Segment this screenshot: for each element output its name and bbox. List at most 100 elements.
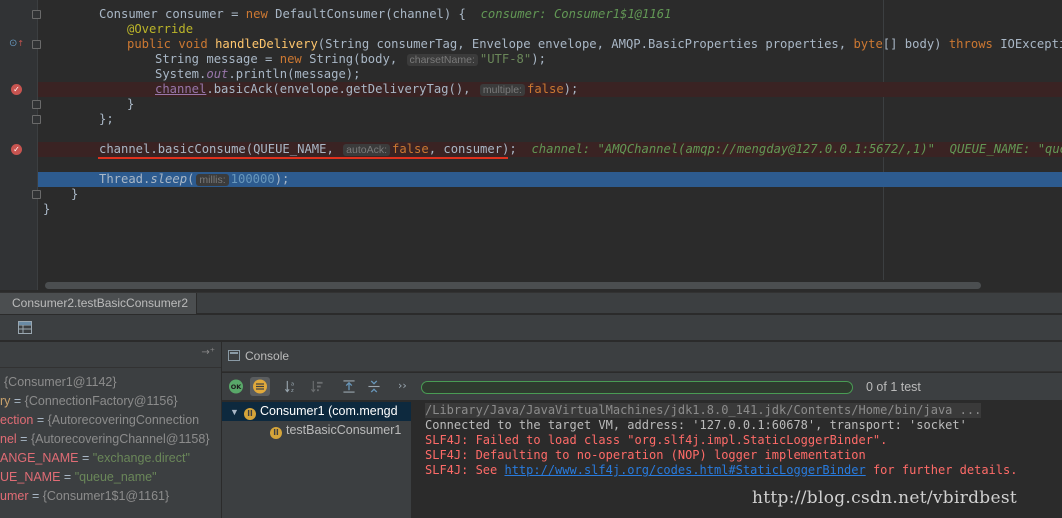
test-runner-toolbar: OK a z ›› 0 of 1 test <box>222 373 1062 401</box>
variable-equals: = <box>16 432 31 446</box>
variable-row[interactable]: ection = {AutorecoveringConnection <box>0 411 199 430</box>
console-link[interactable]: http://www.slf4j.org/codes.html#StaticLo… <box>504 463 865 477</box>
tree-item-test-class[interactable]: ▼ ll Consumer1 (com.mengd <box>222 402 411 422</box>
code-line: System.out.println(message); <box>155 67 360 82</box>
code-token: } <box>43 202 51 216</box>
console-text: SLF4J: See <box>425 463 505 477</box>
code-token: @Override <box>127 22 194 36</box>
collapse-all-icon[interactable] <box>367 380 381 393</box>
fold-marker[interactable] <box>32 115 41 124</box>
code-token: .basicAck(envelope.getDeliveryTag(), <box>206 82 478 96</box>
fold-marker[interactable] <box>32 100 41 109</box>
horizontal-scrollbar[interactable] <box>45 282 981 289</box>
show-passed-button[interactable]: OK <box>226 377 246 396</box>
inline-debug-value: consumer: Consumer1$1@1161 <box>480 7 672 21</box>
code-token: = <box>223 7 246 21</box>
code-editor[interactable]: ⊙↑ ✓ ✓ Consumer consumer = new DefaultCo… <box>0 0 1062 290</box>
debug-toolbar <box>0 315 1062 341</box>
fold-marker[interactable] <box>32 40 41 49</box>
breakpoint-line: channel.basicAck(envelope.getDeliveryTag… <box>38 82 1062 97</box>
code-token: out <box>206 67 229 81</box>
console-line: Connected to the target VM, address: '12… <box>425 418 967 432</box>
variable-row[interactable]: {Consumer1@1142} <box>4 373 117 392</box>
variable-equals: = <box>28 489 43 503</box>
variables-panel[interactable]: →⁺ {Consumer1@1142} ry = {ConnectionFact… <box>0 342 222 518</box>
breakpoint-line: channel.basicConsume(QUEUE_NAME, autoAck… <box>38 142 1062 157</box>
ignored-icon <box>253 379 267 394</box>
console-error-line: SLF4J: Defaulting to no-operation (NOP) … <box>425 448 866 462</box>
fold-marker[interactable] <box>32 190 41 199</box>
variable-row[interactable]: nel = {AutorecoveringChannel@1158} <box>0 430 210 449</box>
fold-marker[interactable] <box>32 10 41 19</box>
code-token: (String consumerTag, Envelope envelope, … <box>317 37 854 51</box>
code-token: ); <box>531 52 546 66</box>
code-token: "UTF-8" <box>479 52 532 66</box>
test-results-tree[interactable]: ▼ ll Consumer1 (com.mengd ll testBasicConsu… <box>222 402 412 518</box>
test-progress-bar <box>421 381 853 394</box>
more-actions-icon[interactable]: ›› <box>398 379 407 392</box>
variables-header: →⁺ <box>0 342 221 368</box>
tree-item-label: Consumer1 (com.mengd <box>260 404 398 418</box>
code-token: .println(message); <box>228 67 361 81</box>
variable-row[interactable]: UE_NAME = "queue_name" <box>0 468 157 487</box>
code-token: System. <box>155 67 207 81</box>
tree-item-label: testBasicConsumer1 <box>286 423 402 437</box>
code-token: [] body) <box>882 37 949 51</box>
sort-alphabetically-icon[interactable]: a z <box>284 380 298 393</box>
svg-text:OK: OK <box>231 383 243 391</box>
variable-name: ection <box>0 413 34 427</box>
code-line: } <box>43 202 50 217</box>
pin-icon[interactable]: →⁺ <box>201 347 215 358</box>
code-token: ); <box>274 172 290 186</box>
variable-value: "exchange.direct" <box>92 451 190 465</box>
expand-all-icon[interactable] <box>342 380 356 393</box>
code-token: IOException { <box>1000 37 1062 51</box>
editor-gutter[interactable]: ⊙↑ ✓ ✓ <box>0 0 41 290</box>
code-line: } <box>71 187 78 202</box>
code-token: byte <box>853 37 883 51</box>
console-icon <box>228 350 240 361</box>
code-token: ); <box>563 82 579 96</box>
watermark: http://blog.csdn.net/vbirdbest <box>752 488 1017 508</box>
breakpoint-icon[interactable]: ✓ <box>11 84 22 95</box>
code-token: String message = <box>155 52 280 66</box>
code-token: ( <box>187 172 195 186</box>
variable-equals: = <box>10 394 25 408</box>
variable-row[interactable]: umer = {Consumer1$1@1161} <box>0 487 169 506</box>
variable-value: {ConnectionFactory@1156} <box>24 394 178 408</box>
code-line: @Override <box>127 22 193 37</box>
override-method-icon[interactable]: ⊙↑ <box>9 38 24 50</box>
show-ignored-button[interactable] <box>250 377 270 396</box>
code-token: }; <box>99 112 114 126</box>
code-token: new <box>245 7 268 21</box>
table-icon[interactable] <box>18 321 32 334</box>
variable-row[interactable]: ry = {ConnectionFactory@1156} <box>0 392 178 411</box>
breakpoint-icon[interactable]: ✓ <box>11 144 22 155</box>
variable-equals: = <box>33 413 48 427</box>
code-token: } <box>71 187 79 201</box>
test-running-icon: ll <box>244 408 256 420</box>
console-header: Console <box>222 342 1062 372</box>
code-token: , consumer); <box>428 142 517 156</box>
red-underline-annotation <box>98 157 508 159</box>
chevron-down-icon[interactable]: ▼ <box>230 403 244 422</box>
code-token: throws <box>948 37 993 51</box>
variable-equals: = <box>78 451 93 465</box>
variable-name: umer <box>0 489 29 503</box>
code-token: Consumer <box>99 7 158 21</box>
sort-by-duration-icon[interactable] <box>310 380 324 393</box>
code-token: public void <box>127 37 208 51</box>
current-execution-line: Thread.sleep(millis: 100000); <box>38 172 1062 187</box>
tab-debug-session[interactable]: Consumer2.testBasicConsumer2 <box>0 293 198 314</box>
parameter-hint: autoAck: <box>343 144 390 156</box>
code-token: handleDelivery <box>215 37 318 51</box>
tree-item-test-method[interactable]: ll testBasicConsumer1 <box>270 421 401 440</box>
variable-row[interactable]: ANGE_NAME = "exchange.direct" <box>0 449 190 468</box>
code-token: channel <box>155 82 207 96</box>
code-token: false <box>526 82 564 96</box>
code-token: } <box>127 97 135 111</box>
console-command-line[interactable]: /Library/Java/JavaVirtualMachines/jdk1.8… <box>425 403 982 418</box>
code-line: Consumer consumer = new DefaultConsumer(… <box>99 7 671 22</box>
tab-console[interactable]: Console <box>245 349 289 363</box>
debug-session-tabs: Consumer2.testBasicConsumer2 <box>0 292 1062 314</box>
